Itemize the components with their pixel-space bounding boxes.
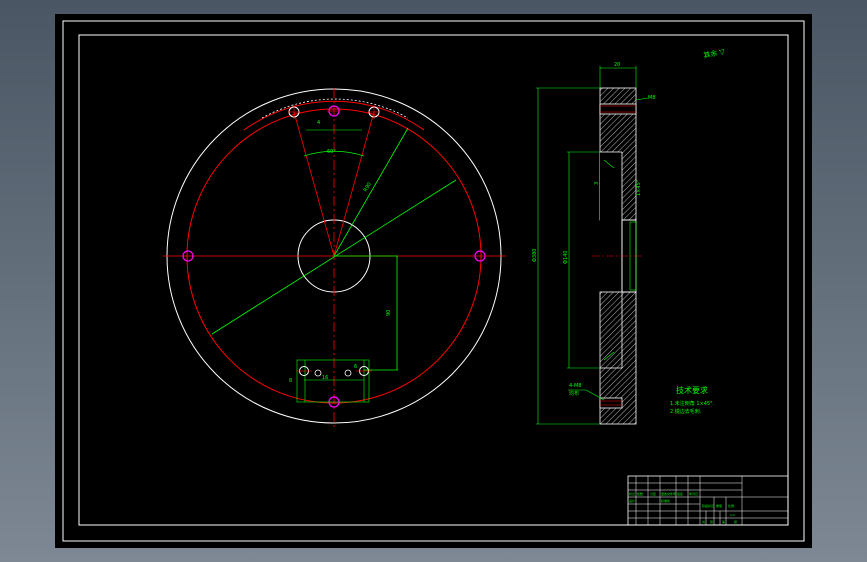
tb-stage: 阶段标记 [702, 503, 714, 508]
top-width-label: 20 [614, 62, 620, 68]
chord-label: 4 [317, 120, 320, 126]
tech-requirements-line2: 2.锐边去毛刺. [670, 408, 702, 415]
tb-date: 年月日 [689, 491, 698, 496]
vertical-dim-label: 90 [386, 310, 392, 316]
tb-total: 共 [702, 519, 705, 524]
tb-design: 设计 [629, 498, 635, 503]
bottom-label-1: 8 [289, 378, 292, 384]
tech-requirements-title: 技术要求 [676, 385, 708, 395]
thread-label: M8 [648, 95, 656, 101]
tb-weight: 重量 [716, 503, 722, 508]
tb-count: 处数 [637, 491, 643, 496]
tech-requirements-line1: 1.未注倒角 1×45°. [670, 400, 715, 407]
angle-label: 60° [327, 149, 336, 155]
inner-dim-label: Φ140 [563, 251, 569, 264]
overall-dim-label: Φ380 [532, 249, 538, 262]
tb-sheets: 张 [710, 519, 713, 524]
bottom-label-2: 16 [322, 375, 328, 381]
tb-signature: 签名 [677, 491, 683, 496]
bottom-note-2: 均布 [569, 390, 579, 397]
bottom-note-1: 4-M8 [569, 383, 581, 389]
tb-zone: 分区 [650, 491, 656, 496]
cad-drawing-canvas: 60° 4 R90 90 8 16 6 Φ380 Φ140 20 M8 1×45… [55, 14, 812, 548]
tb-page: 第 [722, 519, 725, 524]
bottom-label-3: 6 [354, 364, 357, 370]
tb-scale: 1:2 [730, 513, 735, 517]
tb-standard: 标准化 [661, 498, 670, 503]
section-thread-top [599, 103, 637, 115]
tb-scale-label: 比例 [728, 503, 734, 508]
tb-mark: 标记 [629, 491, 635, 496]
step-label: 3 [594, 182, 600, 185]
tb-change-doc: 更改文件号 [661, 491, 676, 496]
tb-page-sheets: 张 [734, 519, 737, 524]
chamfer-label: 1×45° [636, 179, 642, 196]
